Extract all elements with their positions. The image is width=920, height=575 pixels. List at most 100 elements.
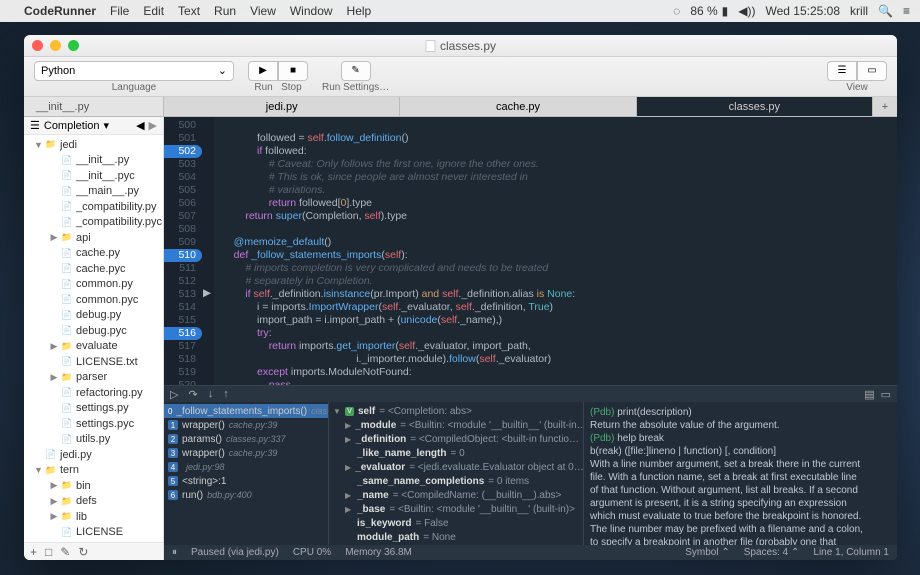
tree-item[interactable]: 📄_compatibility.pyc <box>24 215 163 231</box>
sidebar-tab[interactable]: __init__.py <box>24 97 164 116</box>
sidebar: ☰ Completion ▾ ◀ ▶ ▼📁jedi📄__init__.py📄__… <box>24 117 164 560</box>
nav-fwd-icon[interactable]: ▶ <box>149 119 157 132</box>
variable-row[interactable]: _same_name_completions = 0 items <box>329 474 583 488</box>
stack-frame[interactable]: 4 jedi.py:98 <box>164 460 328 474</box>
chevron-down-icon: ⌄ <box>218 64 227 77</box>
tree-item[interactable]: 📄debug.pyc <box>24 323 163 339</box>
tree-item[interactable]: 📄__init__.py <box>24 153 163 169</box>
tree-item[interactable]: ▶📁evaluate <box>24 339 163 355</box>
nav-back-icon[interactable]: ◀ <box>136 119 144 132</box>
debug-console[interactable]: (Pdb) print(description)Return the absol… <box>584 402 897 545</box>
tree-item[interactable]: ▶📁lib <box>24 509 163 525</box>
wifi-icon[interactable]: ◌ <box>673 4 680 18</box>
variables-pane[interactable]: ▼Vself = <Completion: abs>▶_module = <Bu… <box>329 402 584 545</box>
variable-row[interactable]: _like_name_length = 0 <box>329 446 583 460</box>
variable-row[interactable]: ▶_evaluator = <jedi.evaluate.Evaluator o… <box>329 460 583 474</box>
menu-edit[interactable]: Edit <box>143 4 164 18</box>
tree-item[interactable]: 📄jedi.py <box>24 447 163 463</box>
variable-row[interactable]: is_keyword = False <box>329 516 583 530</box>
step-in-icon[interactable]: ↓ <box>208 388 214 400</box>
stop-button[interactable]: ■ <box>278 61 308 81</box>
tree-item[interactable]: 📄LICENSE.txt <box>24 354 163 370</box>
tree-item[interactable]: 📄cache.pyc <box>24 261 163 277</box>
stack-frame[interactable]: 3wrapper() cache.py:39 <box>164 446 328 460</box>
step-out-icon[interactable]: ↑ <box>223 388 229 400</box>
tree-item[interactable]: ▶📁api <box>24 230 163 246</box>
menu-file[interactable]: File <box>110 4 129 18</box>
file-icon: 📄 <box>61 402 73 414</box>
sidebar-footer-button[interactable]: ✎ <box>60 545 70 559</box>
run-settings-button[interactable]: ✎ <box>341 61 371 81</box>
minimize-window[interactable] <box>50 40 61 51</box>
menu-help[interactable]: Help <box>347 4 372 18</box>
file-icon: 📄 <box>61 185 73 197</box>
spotlight-icon[interactable]: 🔍 <box>878 4 893 18</box>
stack-frame[interactable]: 1wrapper() cache.py:39 <box>164 418 328 432</box>
tree-item[interactable]: 📄refactoring.py <box>24 385 163 401</box>
call-stack[interactable]: 0_follow_statements_imports() classe…1wr… <box>164 402 329 545</box>
run-button[interactable]: ▶ <box>248 61 278 81</box>
variable-row[interactable]: ▶_definition = <CompiledObject: <built-i… <box>329 432 583 446</box>
current-user[interactable]: krill <box>850 4 868 18</box>
tree-item[interactable]: ▶📁bin <box>24 478 163 494</box>
tree-item[interactable]: ▶📁defs <box>24 494 163 510</box>
file-icon: 📄 <box>61 216 73 228</box>
tree-item[interactable]: 📄__init__.pyc <box>24 168 163 184</box>
variable-row[interactable]: module_path = None <box>329 530 583 544</box>
panel-close-icon[interactable]: ▭ <box>881 388 891 401</box>
stack-frame[interactable]: 6run() bdb.py:400 <box>164 488 328 502</box>
tree-item[interactable]: 📄settings.pyc <box>24 416 163 432</box>
language-select[interactable]: Python⌄ <box>34 61 234 81</box>
tree-item[interactable]: ▼📁jedi <box>24 137 163 153</box>
tab-jedi-py[interactable]: jedi.py <box>164 97 400 116</box>
code-editor[interactable]: followed = self.follow_definition() if f… <box>214 117 897 385</box>
clock[interactable]: Wed 15:25:08 <box>766 4 841 18</box>
close-window[interactable] <box>32 40 43 51</box>
stack-frame[interactable]: 5<string>:1 <box>164 474 328 488</box>
step-over-icon[interactable]: ↷ <box>188 388 197 401</box>
status-spaces[interactable]: Spaces: 4 ⌃ <box>744 547 800 558</box>
notifications-icon[interactable]: ≡ <box>903 4 910 18</box>
variable-row[interactable]: ▼Vself = <Completion: abs> <box>329 404 583 418</box>
tree-item[interactable]: 📄_compatibility.py <box>24 199 163 215</box>
panel-layout-icon[interactable]: ▤ <box>864 388 874 401</box>
tree-item[interactable]: 📄__main__.py <box>24 184 163 200</box>
menu-run[interactable]: Run <box>214 4 236 18</box>
stack-frame[interactable]: 0_follow_statements_imports() classe… <box>164 404 328 418</box>
tree-item[interactable]: ▼📁tern <box>24 463 163 479</box>
menu-window[interactable]: Window <box>290 4 333 18</box>
tree-item[interactable]: 📄debug.py <box>24 308 163 324</box>
sidebar-footer-button[interactable]: ↻ <box>78 545 88 559</box>
sidebar-header[interactable]: ☰ Completion ▾ ◀ ▶ <box>24 117 163 135</box>
tree-item[interactable]: 📄settings.py <box>24 401 163 417</box>
tree-item[interactable]: ▶📁parser <box>24 370 163 386</box>
fullscreen-window[interactable] <box>68 40 79 51</box>
sidebar-footer-button[interactable]: + <box>30 545 37 559</box>
gutter[interactable]: 5005015025035045055065075085095105115125… <box>164 117 200 385</box>
tree-item[interactable]: 📄utils.py <box>24 432 163 448</box>
variable-row[interactable]: ▶_name = <CompiledName: (__builtin__).ab… <box>329 488 583 502</box>
folder-icon: 📁 <box>61 232 73 244</box>
tab-cache-py[interactable]: cache.py <box>400 97 636 116</box>
status-symbol[interactable]: Symbol ⌃ <box>685 547 730 558</box>
tree-item[interactable]: 📄common.py <box>24 277 163 293</box>
tree-item[interactable]: 📄LICENSE <box>24 525 163 541</box>
new-tab-button[interactable]: + <box>873 97 897 116</box>
menu-text[interactable]: Text <box>178 4 200 18</box>
volume-icon[interactable]: ◀)) <box>738 4 755 18</box>
menu-view[interactable]: View <box>250 4 276 18</box>
folder-icon: 📁 <box>61 480 73 492</box>
app-name-menu[interactable]: CodeRunner <box>24 4 96 18</box>
pause-icon[interactable]: ⏸ <box>172 547 177 558</box>
battery-status[interactable]: 86 % ▮ <box>690 4 728 18</box>
tree-item[interactable]: 📄cache.py <box>24 246 163 262</box>
tab-classes-py[interactable]: classes.py <box>637 97 873 116</box>
continue-icon[interactable]: ▷ <box>170 388 178 401</box>
variable-row[interactable]: ▶_base = <Builtin: <module '__builtin__'… <box>329 502 583 516</box>
view-sidebar-button[interactable]: ☰ <box>827 61 857 81</box>
view-console-button[interactable]: ▭ <box>857 61 887 81</box>
tree-item[interactable]: 📄common.pyc <box>24 292 163 308</box>
variable-row[interactable]: ▶_module = <Builtin: <module '__builtin_… <box>329 418 583 432</box>
stack-frame[interactable]: 2params() classes.py:337 <box>164 432 328 446</box>
sidebar-footer-button[interactable]: □ <box>45 545 52 559</box>
